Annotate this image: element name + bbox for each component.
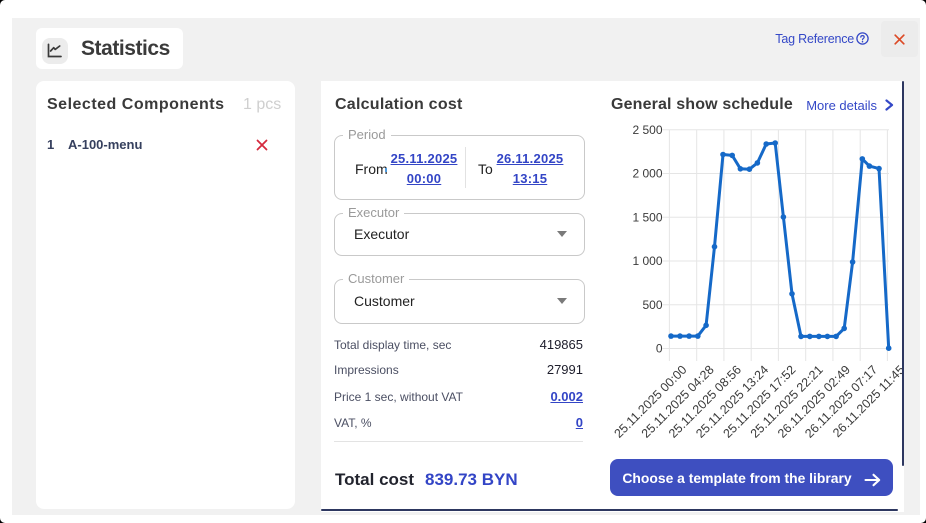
svg-text:2 500: 2 500	[632, 123, 662, 137]
svg-text:0: 0	[656, 342, 663, 356]
svg-text:1 000: 1 000	[632, 254, 662, 268]
svg-text:1 500: 1 500	[632, 210, 662, 224]
svg-text:500: 500	[642, 298, 662, 312]
svg-text:2 000: 2 000	[632, 167, 662, 181]
